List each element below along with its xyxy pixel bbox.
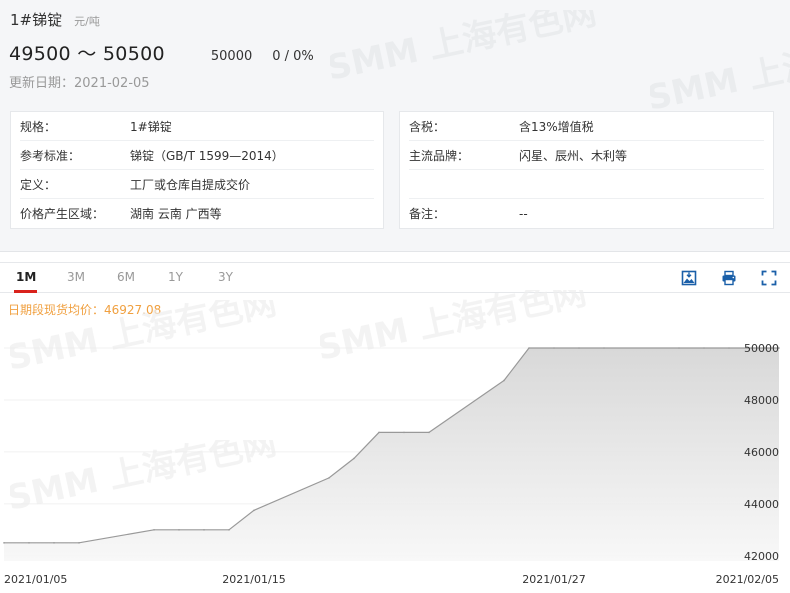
average-price: 50000	[210, 49, 253, 64]
data-point	[378, 431, 380, 434]
data-point	[228, 529, 230, 531]
spec-row	[409, 170, 764, 199]
data-point	[153, 529, 155, 531]
data-point	[178, 529, 180, 531]
image-download-icon[interactable]	[681, 270, 697, 286]
product-header-panel: 1#锑锭 元/吨 49500 ～ 50500 50000 0 / 0% 更新日期…	[0, 0, 790, 252]
spec-value: 湖南 云南 广西等	[130, 207, 222, 221]
data-point	[703, 347, 705, 349]
spec-label: 主流品牌：	[409, 148, 470, 163]
x-tick-label: 2021/01/15	[222, 573, 285, 586]
data-point	[203, 529, 205, 531]
data-point	[28, 542, 30, 544]
price-range: 49500 ～ 50500	[9, 43, 165, 65]
printer-icon[interactable]	[721, 270, 737, 286]
spec-value: --	[519, 206, 528, 221]
tab-1y[interactable]: 1Y	[168, 270, 183, 284]
price-change: 0 / 0%	[272, 49, 314, 64]
y-tick-label: 46000	[744, 446, 779, 459]
data-point	[578, 347, 580, 349]
data-point	[603, 347, 605, 349]
spec-value: 闪星、辰州、木利等	[519, 148, 628, 163]
tab-1m[interactable]: 1M	[16, 270, 36, 284]
data-point	[53, 542, 55, 544]
data-point	[403, 431, 405, 434]
chart-toolbar: 1M 3M 6M 1Y 3Y	[0, 262, 790, 293]
x-axis-ticks: 2021/01/05 2021/01/15 2021/01/27 2021/02/05	[4, 573, 779, 586]
spec-label: 含税：	[409, 119, 446, 134]
data-point	[528, 347, 530, 349]
y-tick-label: 44000	[744, 498, 779, 511]
spec-table-right: 含税： 含13%增值税 主流品牌： 闪星、辰州、木利等 备注： --	[399, 111, 774, 229]
spec-label: 规格：	[20, 119, 57, 134]
fullscreen-icon[interactable]	[761, 270, 777, 286]
spec-value: 1#锑锭	[130, 119, 172, 134]
spec-row: 参考标准： 锑锭（GB/T 1599—2014）	[20, 141, 374, 170]
data-point	[353, 457, 355, 460]
data-point	[678, 347, 680, 349]
spec-row: 规格： 1#锑锭	[20, 112, 374, 141]
active-tab-indicator	[14, 290, 37, 293]
spec-value: 含13%增值税	[519, 119, 594, 134]
product-name: 1#锑锭	[10, 11, 63, 29]
spec-row: 备注： --	[409, 199, 764, 228]
tab-6m[interactable]: 6M	[117, 270, 135, 284]
x-tick-label: 2021/01/05	[4, 573, 67, 586]
price-area	[4, 348, 779, 561]
spec-table-left: 规格： 1#锑锭 参考标准： 锑锭（GB/T 1599—2014） 定义： 工厂…	[10, 111, 384, 229]
spec-label: 定义：	[20, 177, 57, 192]
spec-value: 锑锭（GB/T 1599—2014）	[130, 148, 284, 163]
price-row: 49500 ～ 50500 50000 0 / 0%	[9, 39, 314, 66]
tab-3m[interactable]: 3M	[67, 270, 85, 284]
spec-label: 参考标准：	[20, 148, 81, 163]
x-tick-label: 2021/02/05	[716, 573, 779, 586]
product-title-row: 1#锑锭 元/吨	[10, 9, 100, 30]
y-tick-label: 42000	[744, 550, 779, 563]
data-point	[328, 477, 330, 479]
data-point	[428, 431, 430, 434]
spec-row: 价格产生区域： 湖南 云南 广西等	[20, 199, 374, 228]
data-point	[503, 379, 505, 382]
spec-label: 价格产生区域：	[20, 207, 105, 221]
tab-3y[interactable]: 3Y	[218, 270, 233, 284]
data-point	[78, 542, 80, 544]
y-tick-label: 50000	[744, 342, 779, 355]
x-tick-label: 2021/01/27	[522, 573, 585, 586]
spec-value: 工厂或仓库自提成交价	[130, 177, 251, 192]
spec-row: 含税： 含13%增值税	[409, 112, 764, 141]
spec-row: 定义： 工厂或仓库自提成交价	[20, 170, 374, 199]
product-unit: 元/吨	[74, 15, 100, 28]
update-date: 更新日期：2021-02-05	[9, 76, 150, 91]
chart-legend-average: 日期段现货均价：46927.08	[8, 302, 161, 317]
spec-row: 主流品牌： 闪星、辰州、木利等	[409, 141, 764, 170]
data-point	[253, 509, 255, 512]
price-chart: 4200044000460004800050000 2021/01/05 2021…	[3, 302, 780, 586]
data-point	[728, 347, 730, 349]
data-point	[3, 542, 5, 544]
y-tick-label: 48000	[744, 394, 779, 407]
data-point	[553, 347, 555, 349]
spec-label: 备注：	[409, 207, 446, 221]
